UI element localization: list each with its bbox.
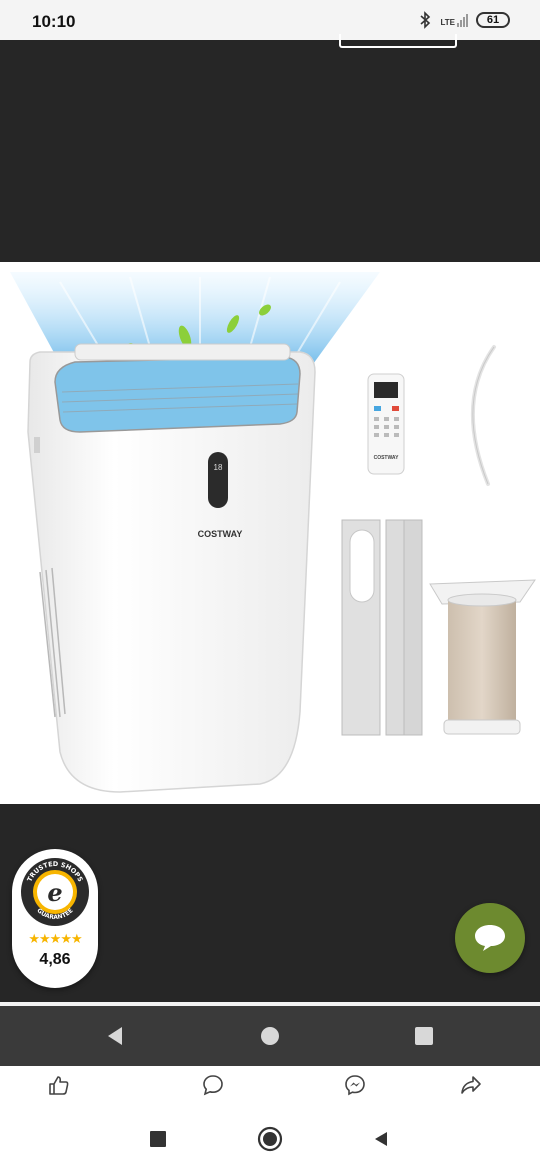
back-triangle-icon — [108, 1027, 122, 1045]
remote-brand: COSTWAY — [374, 455, 399, 461]
brand-label: COSTWAY — [198, 529, 243, 539]
comment-icon — [203, 1075, 223, 1096]
viewer-recents-button[interactable] — [412, 1024, 436, 1048]
viewer-home-button[interactable] — [258, 1024, 282, 1048]
image-viewer: 18 COSTWAY COSTWAY e TRUSTED SHOPS GUARA… — [0, 34, 540, 1002]
share-icon — [461, 1076, 481, 1094]
status-bar: 10:10 LTE 61 — [0, 0, 540, 40]
battery-level: 61 — [486, 14, 500, 26]
chat-bubble-icon — [475, 925, 505, 951]
messenger-action[interactable] — [310, 1074, 400, 1108]
messenger-icon — [345, 1075, 365, 1096]
thumbs-up-icon — [49, 1076, 69, 1095]
home-button[interactable] — [257, 1126, 283, 1152]
home-circle-icon — [257, 1126, 283, 1152]
svg-text:e: e — [47, 878, 62, 907]
recents-button[interactable] — [145, 1126, 171, 1152]
rating-value: 4,86 — [39, 951, 71, 968]
viewer-back-button[interactable] — [103, 1024, 127, 1048]
top-button-outline[interactable] — [339, 34, 457, 48]
home-circle-icon — [261, 1027, 279, 1045]
recents-square-icon — [415, 1027, 433, 1045]
rating-stars: ★★★★★ — [28, 931, 82, 946]
status-time: 10:10 — [32, 12, 76, 31]
product-image[interactable]: 18 COSTWAY COSTWAY — [0, 262, 540, 804]
trusted-shops-seal-icon: e TRUSTED SHOPS GUARANTEE — [21, 858, 89, 926]
network-type: LTE — [440, 18, 455, 27]
comment-action[interactable] — [168, 1074, 258, 1108]
ac-display: 18 — [214, 463, 223, 472]
like-action[interactable] — [14, 1074, 104, 1108]
back-triangle-icon — [375, 1132, 387, 1146]
signal-icon: LTE — [440, 13, 468, 27]
share-action[interactable] — [426, 1074, 516, 1108]
viewer-nav-bar — [0, 1006, 540, 1066]
post-action-bar — [0, 1066, 540, 1108]
bluetooth-icon — [420, 11, 431, 29]
chat-button[interactable] — [455, 903, 525, 973]
air-conditioner-illustration: 18 COSTWAY COSTWAY — [10, 272, 536, 793]
back-button[interactable] — [368, 1126, 394, 1152]
recents-square-icon — [150, 1131, 166, 1147]
system-nav-bar — [0, 1108, 540, 1170]
trusted-shops-badge[interactable]: e TRUSTED SHOPS GUARANTEE ★★★★★ 4,86 — [12, 849, 98, 988]
status-icons: LTE 61 — [418, 11, 510, 29]
battery-icon: 61 — [476, 12, 510, 28]
